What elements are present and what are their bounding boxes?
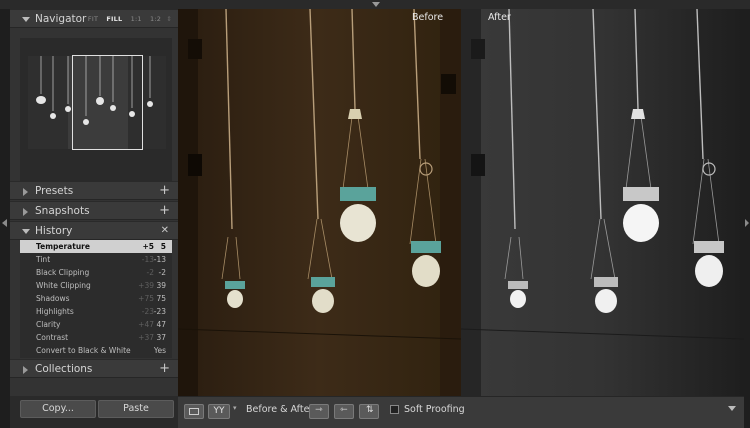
- copy-before-to-after-button[interactable]: ⇾: [309, 404, 329, 419]
- toolbar-menu-chevron-icon[interactable]: [728, 406, 736, 411]
- collections-header[interactable]: Collections +: [10, 359, 178, 378]
- history-item[interactable]: Temperature +5 5: [20, 240, 172, 253]
- history-list: Temperature +5 5 Tint -13 -13 Black Clip…: [20, 240, 172, 358]
- loupe-view-button[interactable]: [184, 404, 204, 419]
- arrow-right-icon: ⇾: [315, 405, 323, 415]
- before-after-image: [178, 9, 744, 396]
- zoom-menu-icon[interactable]: ⇕: [166, 15, 172, 23]
- history-item[interactable]: Highlights -23 -23: [20, 305, 172, 318]
- collapse-right-arrow-icon[interactable]: [745, 219, 749, 227]
- collapse-left-arrow-icon[interactable]: [2, 219, 7, 227]
- collections-title: Collections: [35, 363, 93, 375]
- history-title: History: [35, 225, 73, 237]
- swap-icon: ⇅: [366, 405, 374, 415]
- history-item[interactable]: Convert to Black & White Yes: [20, 344, 172, 357]
- presets-header[interactable]: Presets +: [10, 181, 178, 200]
- left-panel-toggle[interactable]: [0, 9, 10, 428]
- zoom-fill[interactable]: FILL: [106, 15, 122, 23]
- paste-button[interactable]: Paste: [98, 400, 174, 418]
- zoom-1-1[interactable]: 1:1: [131, 15, 142, 23]
- presets-title: Presets: [35, 185, 74, 197]
- collapse-up-arrow-icon[interactable]: [372, 2, 380, 7]
- before-label: Before: [412, 12, 444, 23]
- history-item[interactable]: Tint -13 -13: [20, 253, 172, 266]
- before-after-view[interactable]: [178, 9, 744, 396]
- top-panel-toggle[interactable]: [0, 0, 750, 9]
- before-after-mode-button[interactable]: YY: [208, 404, 230, 419]
- history-item[interactable]: Contrast +37 37: [20, 331, 172, 344]
- navigator-title: Navigator: [35, 13, 87, 25]
- add-snapshot-icon[interactable]: +: [159, 203, 170, 218]
- right-panel-toggle[interactable]: [744, 9, 750, 428]
- collapsed-triangle-icon: [23, 188, 28, 196]
- navigator-preview[interactable]: [20, 38, 172, 186]
- expanded-triangle-icon: [22, 229, 30, 234]
- collapsed-triangle-icon: [23, 208, 28, 216]
- arrow-left-icon: ⇽: [340, 405, 348, 415]
- zoom-1-2[interactable]: 1:2: [150, 15, 161, 23]
- navigator-header[interactable]: Navigator FIT FILL 1:1 1:2 ⇕: [10, 9, 178, 28]
- zoom-fit[interactable]: FIT: [88, 15, 98, 23]
- history-item[interactable]: Shadows +75 75: [20, 292, 172, 305]
- soft-proofing-label: Soft Proofing: [404, 404, 465, 415]
- navigator-zoom-options: FIT FILL 1:1 1:2 ⇕: [82, 15, 172, 23]
- loupe-view-icon: [189, 408, 199, 415]
- history-item[interactable]: Clarity +47 47: [20, 318, 172, 331]
- swap-before-after-button[interactable]: ⇅: [359, 404, 379, 419]
- after-label: After: [488, 12, 511, 23]
- collapsed-triangle-icon: [23, 366, 28, 374]
- expanded-triangle-icon: [22, 17, 30, 22]
- history-item[interactable]: Black Clipping -2 -2: [20, 266, 172, 279]
- soft-proofing-checkbox[interactable]: [390, 405, 399, 414]
- navigator-view-box[interactable]: [72, 55, 143, 150]
- add-collection-icon[interactable]: +: [159, 361, 170, 376]
- view-mode-menu-icon[interactable]: ▾: [233, 404, 237, 412]
- copy-after-to-before-button[interactable]: ⇽: [334, 404, 354, 419]
- history-item[interactable]: White Clipping +39 39: [20, 279, 172, 292]
- copy-button[interactable]: Copy...: [20, 400, 96, 418]
- add-preset-icon[interactable]: +: [159, 183, 170, 198]
- clear-history-icon[interactable]: ✕: [161, 225, 169, 236]
- snapshots-title: Snapshots: [35, 205, 90, 217]
- history-header[interactable]: History ✕: [10, 221, 178, 240]
- snapshots-header[interactable]: Snapshots +: [10, 201, 178, 220]
